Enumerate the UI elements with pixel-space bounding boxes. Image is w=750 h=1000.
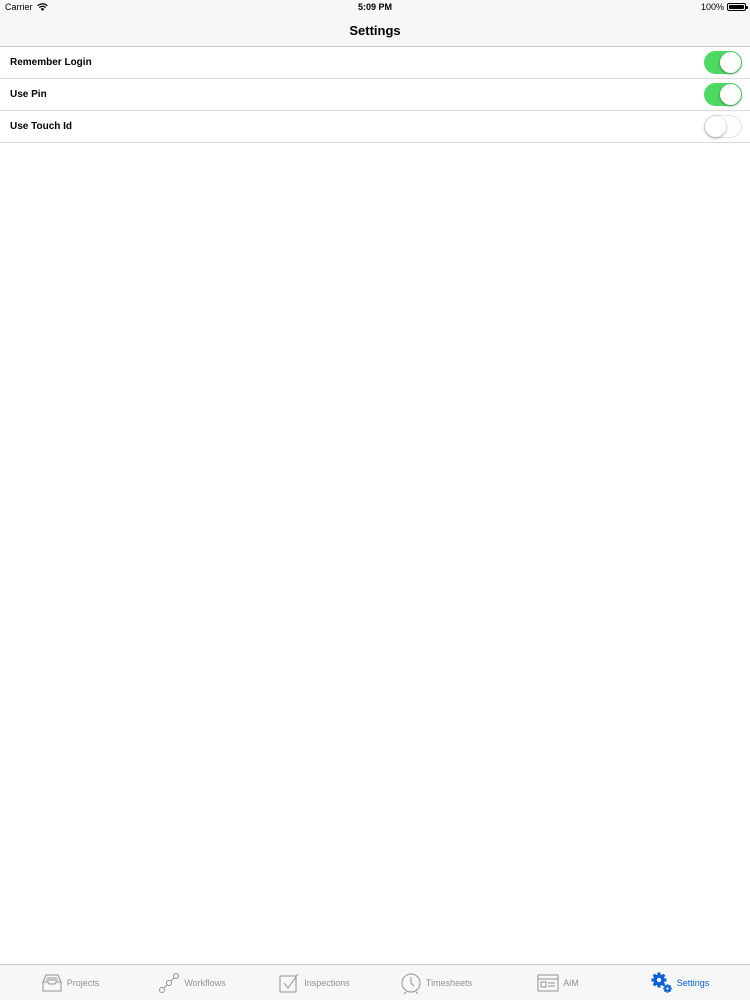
settings-list: Remember Login Use Pin Use Touch Id [0, 47, 750, 143]
status-bar: Carrier 5:09 PM 100% [0, 0, 750, 15]
tab-aim[interactable]: AiM [497, 965, 619, 1000]
status-time: 5:09 PM [357, 2, 392, 12]
setting-row-use-touch-id: Use Touch Id [0, 111, 750, 143]
projects-icon [42, 974, 62, 991]
tab-workflows[interactable]: Workflows [131, 965, 253, 1000]
status-right: 100% [700, 2, 748, 12]
use-pin-toggle[interactable] [704, 83, 742, 106]
battery-percent: 100% [700, 2, 724, 12]
use-touch-id-toggle[interactable] [704, 115, 742, 138]
workflows-icon [159, 972, 180, 993]
tab-timesheets[interactable]: Timesheets [375, 965, 497, 1000]
setting-row-remember-login: Remember Login [0, 47, 750, 79]
tab-label: Projects [66, 977, 100, 988]
remember-login-toggle[interactable] [704, 51, 742, 74]
timesheets-icon [401, 973, 421, 994]
tab-label: Timesheets [425, 977, 473, 988]
tab-label: AiM [563, 977, 579, 988]
tab-bar: Projects Workflows Inspections Timesheet… [0, 964, 750, 1000]
battery-icon [727, 3, 748, 11]
tab-label: Settings [676, 977, 710, 988]
setting-label: Use Touch Id [10, 121, 73, 132]
page-title: Settings [349, 23, 401, 38]
gear-icon [651, 972, 672, 993]
aim-icon [537, 974, 559, 991]
inspections-icon [279, 973, 299, 992]
tab-label: Workflows [184, 977, 226, 988]
setting-label: Use Pin [10, 89, 47, 100]
tab-inspections[interactable]: Inspections [253, 965, 375, 1000]
tab-settings[interactable]: Settings [619, 965, 741, 1000]
setting-row-use-pin: Use Pin [0, 79, 750, 111]
navigation-bar: Settings [0, 15, 750, 47]
tab-label: Inspections [304, 977, 350, 988]
setting-label: Remember Login [10, 57, 92, 68]
tab-projects[interactable]: Projects [9, 965, 131, 1000]
